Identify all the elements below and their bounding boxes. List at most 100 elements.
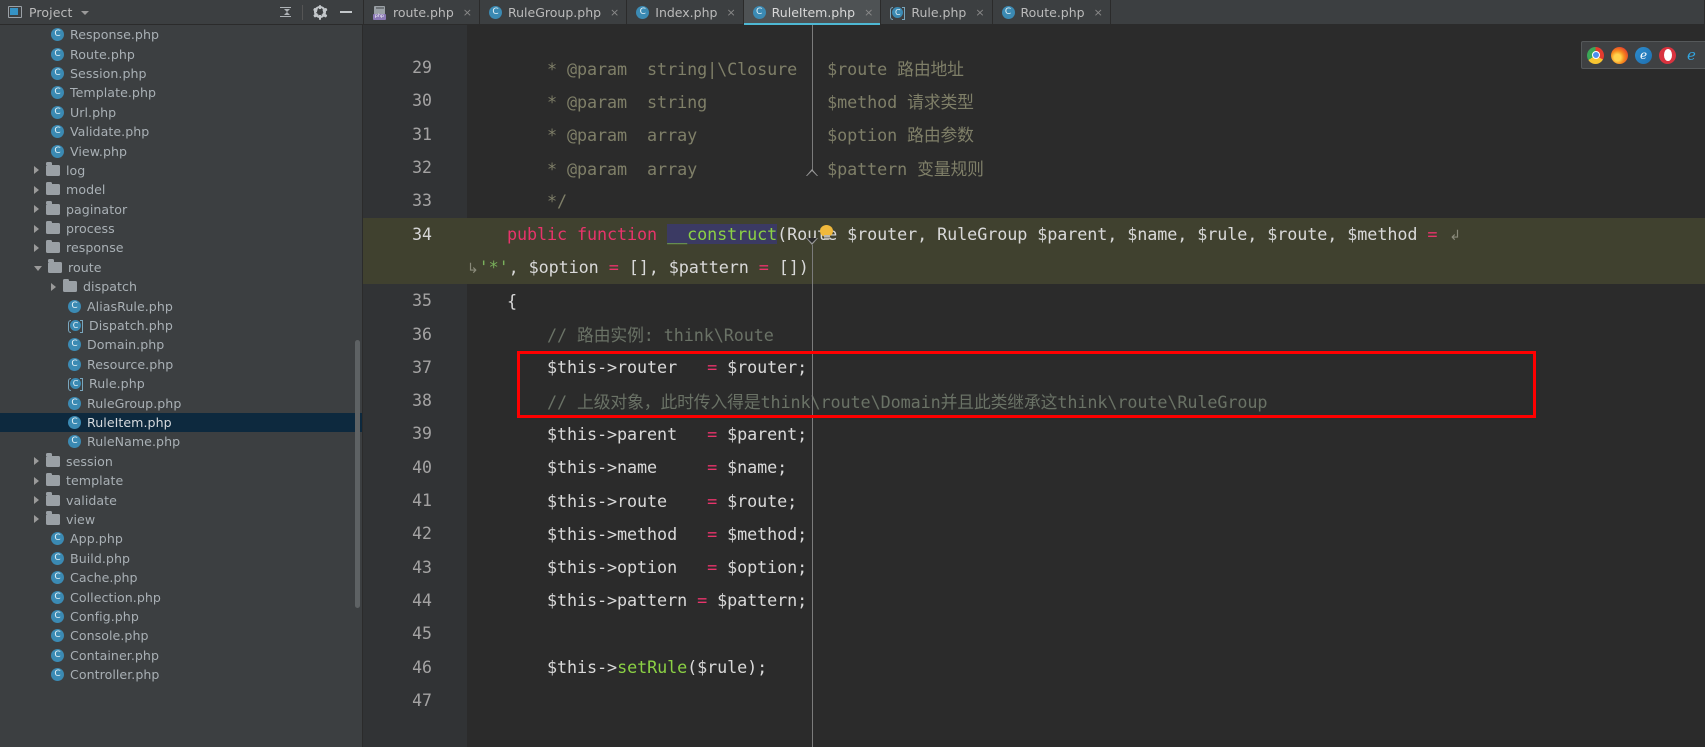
code-line-31[interactable]: 31 * @param array $option 路由参数 bbox=[363, 118, 1705, 151]
code-line-35[interactable]: 35 { bbox=[363, 284, 1705, 317]
tree-item-collection-php[interactable]: C Collection.php bbox=[0, 587, 362, 606]
code-token: // 上级对象，此时传入得是think\route\Domain并且此类继承这t… bbox=[467, 391, 1268, 412]
code-line-32[interactable]: 32 * @param array $pattern 变量规则 bbox=[363, 151, 1705, 184]
opera-launcher-icon[interactable] bbox=[1659, 46, 1676, 64]
chevron-down-icon[interactable] bbox=[81, 11, 90, 15]
chevron-right-icon[interactable] bbox=[34, 166, 40, 175]
editor-tab-ruleitem-php[interactable]: C RuleItem.php × bbox=[743, 0, 882, 25]
tree-item-resource-php[interactable]: C Resource.php bbox=[0, 355, 362, 374]
editor-tab-rule-php[interactable]: C Rule.php × bbox=[881, 0, 993, 25]
tree-item-url-php[interactable]: C Url.php bbox=[0, 103, 362, 122]
ie-launcher-icon[interactable] bbox=[1683, 47, 1700, 64]
tree-item-rule-php[interactable]: C Rule.php bbox=[0, 374, 362, 393]
chevron-down-icon[interactable] bbox=[34, 266, 42, 272]
firefox-launcher-icon[interactable] bbox=[1611, 46, 1628, 64]
collapse-all-button[interactable] bbox=[272, 0, 298, 25]
editor-tab-rulegroup-php[interactable]: C RuleGroup.php × bbox=[480, 0, 628, 25]
code-line-37[interactable]: 37 $this->router = $router; bbox=[363, 351, 1705, 384]
code-line-42[interactable]: 42 $this->method = $method; bbox=[363, 517, 1705, 550]
tree-item-route-php[interactable]: C Route.php bbox=[0, 44, 362, 63]
code-line-47[interactable]: 47 bbox=[363, 684, 1705, 717]
tree-item-response[interactable]: response bbox=[0, 238, 362, 257]
tree-item-view-php[interactable]: C View.php bbox=[0, 141, 362, 160]
tree-item-build-php[interactable]: C Build.php bbox=[0, 549, 362, 568]
tree-item-paginator[interactable]: paginator bbox=[0, 200, 362, 219]
minimize-panel-button[interactable] bbox=[333, 0, 359, 25]
tree-item-controller-php[interactable]: C Controller.php bbox=[0, 665, 362, 684]
code-line-46[interactable]: 46 $this->setRule($rule); bbox=[363, 650, 1705, 683]
fold-collapse-down-icon[interactable] bbox=[806, 238, 819, 245]
tree-item-console-php[interactable]: C Console.php bbox=[0, 626, 362, 645]
code-line-45[interactable]: 45 bbox=[363, 617, 1705, 650]
chevron-right-icon[interactable] bbox=[34, 243, 40, 252]
tree-item-rulename-php[interactable]: C RuleName.php bbox=[0, 432, 362, 451]
tab-close-icon[interactable]: × bbox=[864, 7, 873, 18]
code-line-29[interactable]: 29 * @param string|\Closure $route 路由地址 bbox=[363, 51, 1705, 84]
tree-item-session-php[interactable]: C Session.php bbox=[0, 64, 362, 83]
code-lines[interactable]: 29 * @param string|\Closure $route 路由地址 3… bbox=[363, 25, 1705, 747]
chevron-right-icon[interactable] bbox=[34, 496, 40, 505]
tree-item-label: RuleName.php bbox=[87, 434, 181, 450]
chevron-right-icon[interactable] bbox=[51, 282, 57, 291]
code-line-44[interactable]: 44 $this->pattern = $pattern; bbox=[363, 584, 1705, 617]
tree-item-process[interactable]: process bbox=[0, 219, 362, 238]
chevron-right-icon[interactable] bbox=[34, 457, 40, 466]
tab-close-icon[interactable]: × bbox=[975, 7, 984, 18]
tree-item-aliasrule-php[interactable]: C AliasRule.php bbox=[0, 296, 362, 315]
project-tree-panel[interactable]: C Response.php C Route.php C Session.php C Temp… bbox=[0, 25, 363, 747]
code-line-33[interactable]: 33 */ bbox=[363, 184, 1705, 217]
chevron-right-icon[interactable] bbox=[34, 205, 40, 214]
tree-item-view[interactable]: view bbox=[0, 510, 362, 529]
code-line-30[interactable]: 30 * @param string $method 请求类型 bbox=[363, 84, 1705, 117]
code-line-39[interactable]: 39 $this->parent = $parent; bbox=[363, 417, 1705, 450]
tree-item-dispatch-php[interactable]: C Dispatch.php bbox=[0, 316, 362, 335]
tree-item-rulegroup-php[interactable]: C RuleGroup.php bbox=[0, 393, 362, 412]
tab-close-icon[interactable]: × bbox=[463, 7, 472, 18]
fold-collapse-up-icon[interactable] bbox=[806, 169, 819, 176]
tree-item-config-php[interactable]: C Config.php bbox=[0, 607, 362, 626]
code-line-40[interactable]: 40 $this->name = $name; bbox=[363, 451, 1705, 484]
tab-close-icon[interactable]: × bbox=[726, 7, 735, 18]
tree-item-session[interactable]: session bbox=[0, 452, 362, 471]
editor-tab-route-php[interactable]: C Route.php × bbox=[993, 0, 1111, 25]
code-token: $this->name bbox=[467, 457, 658, 478]
chrome-launcher-icon[interactable] bbox=[1587, 46, 1604, 64]
code-line-41[interactable]: 41 $this->route = $route; bbox=[363, 484, 1705, 517]
tree-item-ruleitem-php[interactable]: C RuleItem.php bbox=[0, 412, 362, 433]
tree-item-validate[interactable]: validate bbox=[0, 490, 362, 509]
tree-item-dispatch[interactable]: dispatch bbox=[0, 277, 362, 296]
code-line-43[interactable]: 43 $this->option = $option; bbox=[363, 551, 1705, 584]
tab-close-icon[interactable]: × bbox=[1094, 7, 1103, 18]
tree-item-cache-php[interactable]: C Cache.php bbox=[0, 568, 362, 587]
tree-item-log[interactable]: log bbox=[0, 161, 362, 180]
edge-launcher-icon[interactable] bbox=[1635, 46, 1652, 64]
tree-item-validate-php[interactable]: C Validate.php bbox=[0, 122, 362, 141]
tree-item-container-php[interactable]: C Container.php bbox=[0, 646, 362, 665]
code-line-38[interactable]: 38 // 上级对象，此时传入得是think\route\Domain并且此类继… bbox=[363, 384, 1705, 417]
chevron-right-icon[interactable] bbox=[34, 515, 40, 524]
chevron-right-icon[interactable] bbox=[34, 224, 40, 233]
settings-button[interactable] bbox=[307, 0, 333, 25]
editor-tab-index-php[interactable]: C Index.php × bbox=[627, 0, 744, 25]
sidebar-scrollbar[interactable] bbox=[355, 340, 360, 608]
tab-label: Route.php bbox=[1020, 5, 1085, 20]
code-line-34[interactable]: 34 public function __construct(Route $ro… bbox=[363, 217, 1705, 251]
tab-close-icon[interactable]: × bbox=[610, 7, 619, 18]
lightbulb-icon[interactable] bbox=[819, 225, 834, 242]
tree-item-route[interactable]: route bbox=[0, 258, 362, 277]
chevron-right-icon[interactable] bbox=[34, 476, 40, 485]
tree-item-template[interactable]: template bbox=[0, 471, 362, 490]
php-class-icon: C bbox=[51, 532, 64, 546]
tree-item-model[interactable]: model bbox=[0, 180, 362, 199]
tree-item-app-php[interactable]: C App.php bbox=[0, 529, 362, 548]
tree-item-response-php[interactable]: C Response.php bbox=[0, 25, 362, 44]
chevron-right-icon[interactable] bbox=[34, 185, 40, 194]
code-line-36[interactable]: 36 // 路由实例: think\Route bbox=[363, 317, 1705, 350]
tree-item-template-php[interactable]: C Template.php bbox=[0, 83, 362, 102]
editor-tab-route-php[interactable]: php route.php × bbox=[363, 0, 481, 25]
folder-icon bbox=[46, 472, 60, 487]
tree-item-domain-php[interactable]: C Domain.php bbox=[0, 335, 362, 354]
code-editor[interactable]: 29 * @param string|\Closure $route 路由地址 3… bbox=[363, 25, 1705, 747]
code-line-wrap[interactable]: ↳'*', $option = [], $pattern = []) bbox=[363, 250, 1705, 285]
